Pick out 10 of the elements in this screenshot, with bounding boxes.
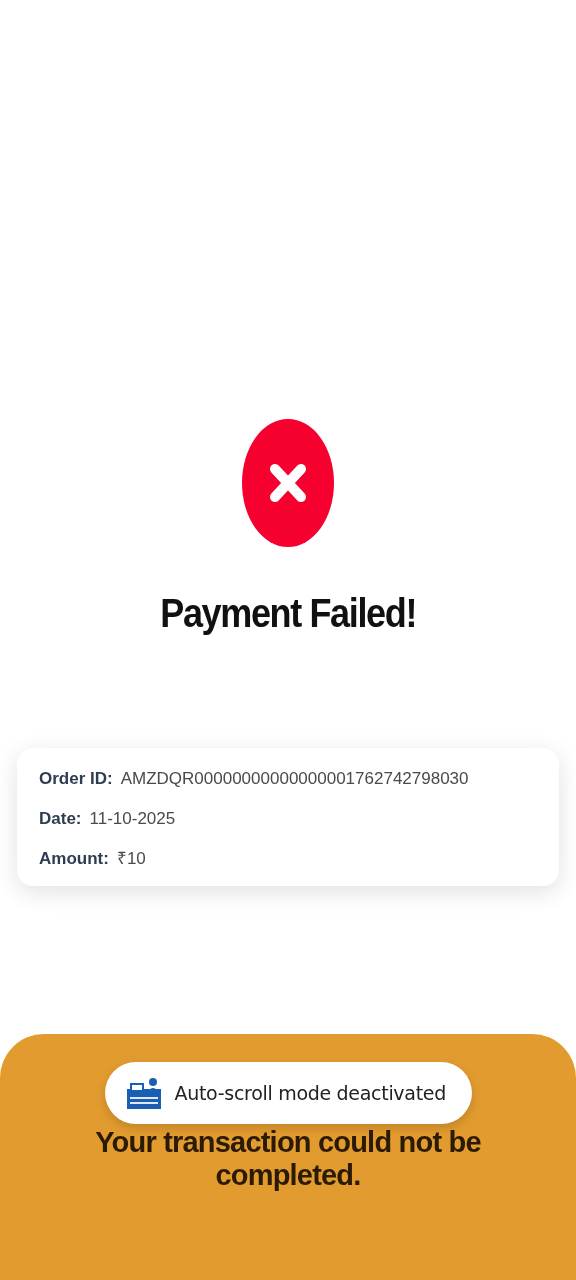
detail-value: ₹10 xyxy=(116,848,146,870)
detail-value: AMZDQR00000000000000001762742798030 xyxy=(120,768,469,790)
message-text: Your transaction could not be completed. xyxy=(94,1126,482,1192)
detail-label: Order ID: xyxy=(39,768,113,790)
app-icon xyxy=(126,1077,161,1109)
detail-label: Date: xyxy=(39,808,82,830)
detail-value: 11-10-2025 xyxy=(89,808,176,830)
status-title: Payment Failed! xyxy=(160,591,416,636)
detail-label: Amount: xyxy=(39,848,109,870)
toast-text: Auto-scroll mode deactivated xyxy=(174,1082,446,1104)
